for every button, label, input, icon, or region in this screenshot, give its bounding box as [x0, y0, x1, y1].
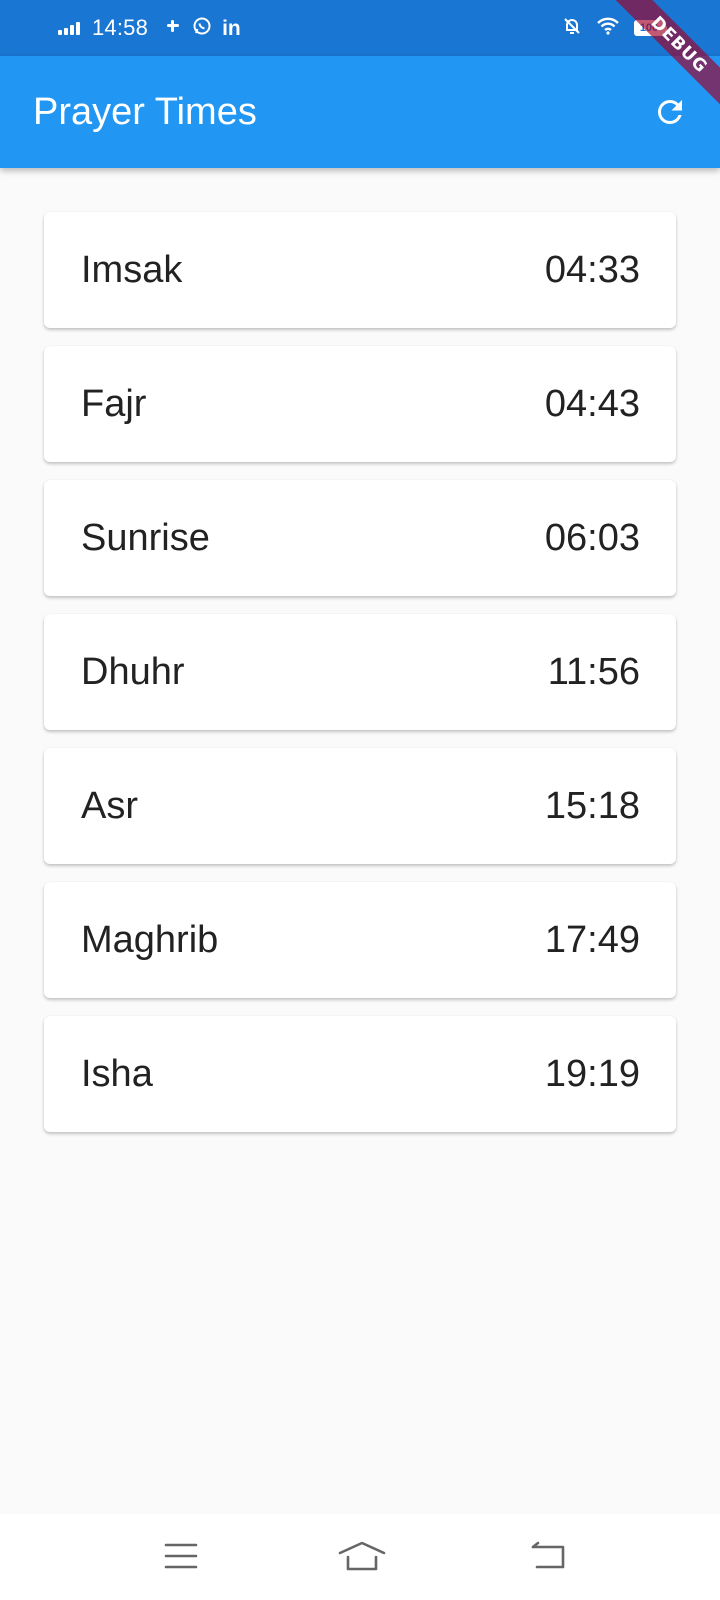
prayer-name: Maghrib	[81, 919, 219, 961]
prayer-time: 11:56	[547, 651, 640, 693]
slack-icon	[164, 17, 182, 39]
linkedin-icon: in	[222, 16, 241, 40]
home-icon	[338, 1541, 386, 1571]
back-button[interactable]	[520, 1534, 576, 1578]
app-bar: Prayer Times	[0, 56, 720, 168]
prayer-name: Imsak	[81, 249, 183, 291]
prayer-name: Fajr	[81, 383, 147, 425]
whatsapp-icon	[192, 16, 212, 40]
list-item[interactable]: Imsak 04:33	[44, 212, 676, 328]
status-left: 14:58 in	[58, 0, 241, 56]
prayer-time: 04:43	[544, 383, 640, 425]
page-title: Prayer Times	[33, 91, 257, 133]
menu-button[interactable]	[153, 1534, 209, 1578]
prayer-name: Asr	[81, 785, 138, 827]
prayer-name: Sunrise	[81, 517, 210, 559]
prayer-time: 04:33	[544, 249, 640, 291]
prayer-time: 15:18	[544, 785, 640, 827]
refresh-button[interactable]	[646, 88, 694, 136]
back-icon	[531, 1541, 565, 1569]
list-item[interactable]: Asr 15:18	[44, 748, 676, 864]
list-item[interactable]: Sunrise 06:03	[44, 480, 676, 596]
prayer-name: Isha	[81, 1053, 153, 1095]
prayer-time: 17:49	[544, 919, 640, 961]
prayer-name: Dhuhr	[81, 651, 185, 693]
status-time: 14:58	[92, 15, 149, 40]
system-nav-bar	[0, 1514, 720, 1600]
list-item[interactable]: Dhuhr 11:56	[44, 614, 676, 730]
list-item[interactable]: Fajr 04:43	[44, 346, 676, 462]
signal-icon	[58, 21, 80, 35]
list-item[interactable]: Maghrib 17:49	[44, 882, 676, 998]
prayer-time: 06:03	[544, 517, 640, 559]
screen: 14:58 in 100 DEBUG Prayer Times	[0, 0, 720, 1600]
menu-icon	[164, 1543, 198, 1569]
refresh-icon	[657, 99, 682, 124]
home-button[interactable]	[334, 1534, 390, 1578]
list-item[interactable]: Isha 19:19	[44, 1016, 676, 1132]
prayer-list: Imsak 04:33 Fajr 04:43 Sunrise 06:03 Dhu…	[44, 212, 676, 1150]
status-bar: 14:58 in 100	[0, 0, 720, 56]
prayer-time: 19:19	[544, 1053, 640, 1095]
wifi-icon	[596, 16, 620, 41]
mute-icon	[562, 16, 582, 41]
